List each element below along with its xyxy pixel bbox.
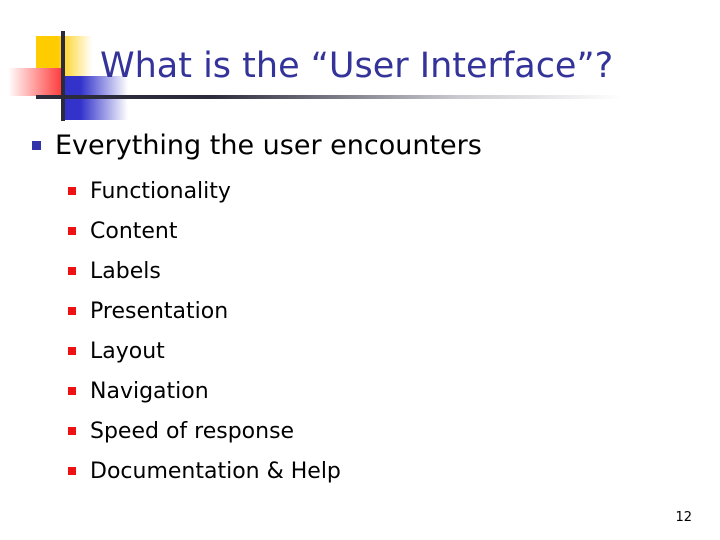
bullet-level2-label: Presentation	[90, 299, 229, 324]
bullet-level1: Everything the user encounters	[0, 128, 720, 164]
bullet-level2-presentation: Presentation	[0, 292, 720, 332]
slide-body: Everything the user encounters Functiona…	[0, 128, 720, 492]
bullet-level2-navigation: Navigation	[0, 372, 720, 412]
bullet-level2-content: Content	[0, 212, 720, 252]
bullet-marker-level2-icon	[68, 467, 76, 475]
bullet-marker-level2-icon	[68, 187, 76, 195]
bullet-marker-level1-icon	[32, 141, 41, 150]
bullet-level2-layout: Layout	[0, 332, 720, 372]
bullet-marker-level2-icon	[68, 387, 76, 395]
bullet-marker-level2-icon	[68, 267, 76, 275]
bullet-level2-label: Documentation & Help	[90, 459, 341, 484]
page-number: 12	[675, 510, 692, 525]
bullet-level2-documentation-help: Documentation & Help	[0, 452, 720, 492]
slide-canvas: What is the “User Interface”? Everything…	[0, 0, 720, 540]
bullet-level2-label: Labels	[90, 259, 161, 284]
bullet-level2-functionality: Functionality	[0, 172, 720, 212]
bullet-level1-label: Everything the user encounters	[55, 130, 482, 161]
bullet-marker-level2-icon	[68, 427, 76, 435]
red-square-icon	[8, 68, 64, 96]
bullet-level2-label: Content	[90, 219, 178, 244]
horizontal-rule	[36, 95, 622, 99]
bullet-level2-labels: Labels	[0, 252, 720, 292]
bullet-marker-level2-icon	[68, 347, 76, 355]
bullet-level2-list: Functionality Content Labels Presentatio…	[0, 172, 720, 492]
bullet-marker-level2-icon	[68, 227, 76, 235]
bullet-level2-label: Functionality	[90, 179, 231, 204]
vertical-rule	[61, 31, 65, 121]
slide-title: What is the “User Interface”?	[100, 46, 614, 86]
yellow-square-icon	[36, 36, 92, 80]
bullet-marker-level2-icon	[68, 307, 76, 315]
bullet-level2-speed-of-response: Speed of response	[0, 412, 720, 452]
bullet-level2-label: Speed of response	[90, 419, 295, 444]
bullet-level2-label: Navigation	[90, 379, 209, 404]
bullet-level2-label: Layout	[90, 339, 165, 364]
